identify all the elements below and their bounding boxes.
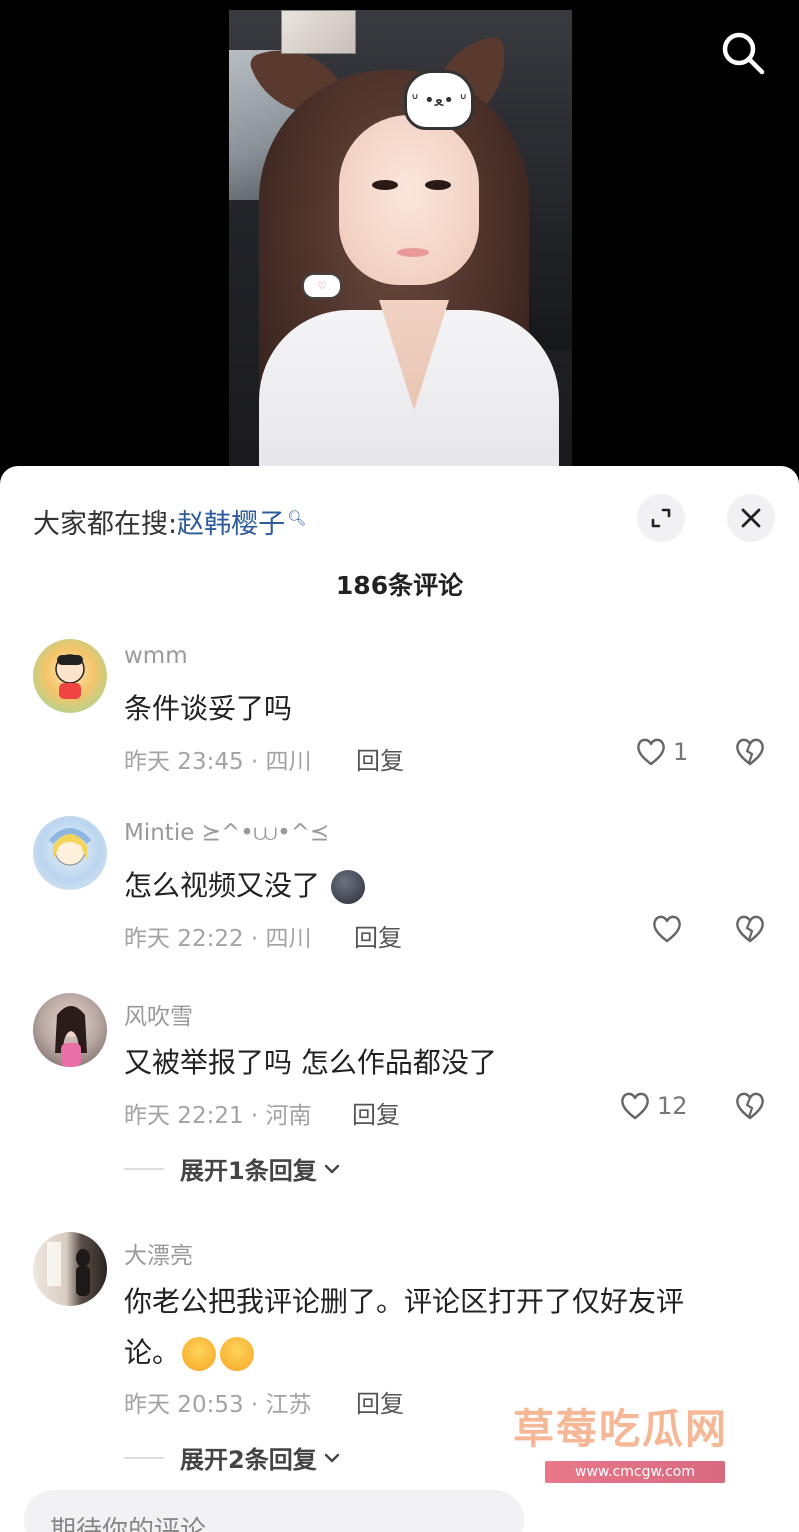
like-count: 1 [673,738,689,766]
hot-search-bar[interactable]: 大家都在搜:赵韩樱子 🔍︎ [33,502,306,541]
comment-input-placeholder: 期待你的评论 [50,1516,207,1532]
dislike-button[interactable] [734,914,766,948]
expand-icon [651,508,671,528]
close-button[interactable] [727,494,775,542]
heart-icon [653,915,681,943]
picture-in-picture-thumbnail[interactable] [281,10,356,54]
reply-button[interactable]: 回复 [352,1095,400,1130]
eye-left [372,180,398,190]
blob-emoji-icon [330,870,365,904]
expand-replies-label: 展开2条回复 [180,1446,317,1474]
comment-text: 怎么视频又没了 [124,860,744,911]
broken-heart-icon [736,1092,764,1120]
avatar[interactable] [33,639,107,713]
comment-text-line-2: 论。 [124,1327,744,1378]
search-button[interactable] [718,28,768,78]
comment-text-line: 你老公把我评论删了。评论区打开了仅好友评 [124,1285,685,1318]
like-button[interactable] [651,914,689,944]
username[interactable]: 大漂亮 [124,1236,193,1270]
dislike-button[interactable] [734,737,766,771]
broken-heart-icon [736,738,764,766]
face [339,115,479,285]
hot-search-keyword[interactable]: 赵韩樱子 [177,509,285,540]
expand-button[interactable] [637,494,685,542]
watermark-title: 草莓吃瓜网 [513,1405,728,1453]
like-button[interactable]: 12 [619,1091,688,1121]
reply-button[interactable]: 回复 [354,918,402,953]
avatar[interactable] [33,816,107,890]
video-frame[interactable]: ᐡ •ﻌ• ᐡ ♡ [229,10,572,470]
comment-meta: 昨天 20:53 · 江苏 [124,1392,312,1418]
comment-text: 条件谈妥了吗 [124,692,293,725]
cat-sticker: ᐡ •ﻌ• ᐡ [404,70,474,130]
divider [124,1167,164,1170]
expand-replies-button[interactable]: 展开2条回复 [124,1440,341,1475]
site-watermark: 草莓吃瓜网 www.cmcgw.com [513,1395,753,1483]
comment-meta: 昨天 22:21 · 河南 [124,1103,312,1129]
broken-heart-icon [736,915,764,943]
avatar[interactable] [33,1232,107,1306]
comment-text: 你老公把我评论删了。评论区打开了仅好友评 论。 [124,1276,744,1378]
crying-face-emoji-icon [182,1337,217,1371]
comment-text-content: 怎么视频又没了 [124,869,321,902]
username[interactable]: Mintie ⪰^•⩊•^⪯ [124,820,329,846]
dislike-button[interactable] [734,1091,766,1125]
reply-button[interactable]: 回复 [356,1384,404,1419]
expand-replies-label: 展开1条回复 [180,1157,317,1185]
heart-icon [637,738,665,766]
lips [397,248,429,257]
crying-face-emoji-icon [220,1337,255,1371]
comment-sheet: 大家都在搜:赵韩樱子 🔍︎ 186条评论 wmm 条件谈妥了吗 昨天 23:45 … [0,466,799,1532]
close-icon [741,508,761,528]
chevron-down-icon [324,1453,339,1462]
comment-input[interactable]: 期待你的评论 [24,1490,524,1532]
watermark-url: www.cmcgw.com [545,1461,725,1483]
username[interactable]: 风吹雪 [124,997,193,1031]
reply-button[interactable]: 回复 [356,741,404,776]
search-icon [722,32,765,75]
chevron-down-icon [324,1164,339,1173]
small-search-icon: 🔍︎ [287,509,307,527]
avatar[interactable] [33,993,107,1067]
comment-meta: 昨天 22:22 · 四川 [124,926,312,952]
hot-search-prefix: 大家都在搜: [33,509,178,540]
username[interactable]: wmm [124,643,188,669]
eye-right [425,180,451,190]
bunny-sticker: ♡ [302,273,342,299]
like-count: 12 [657,1092,688,1120]
divider [124,1456,164,1459]
comment-text-line-end: 论。 [124,1336,181,1369]
comment-count: 186条评论 [335,571,464,600]
expand-replies-button[interactable]: 展开1条回复 [124,1151,341,1186]
comment-text: 又被举报了吗 怎么作品都没了 [124,1046,497,1079]
comment-meta: 昨天 23:45 · 四川 [124,749,312,775]
video-player[interactable]: ᐡ •ﻌ• ᐡ ♡ [0,0,799,470]
like-button[interactable]: 1 [635,737,688,767]
heart-icon [621,1092,649,1120]
